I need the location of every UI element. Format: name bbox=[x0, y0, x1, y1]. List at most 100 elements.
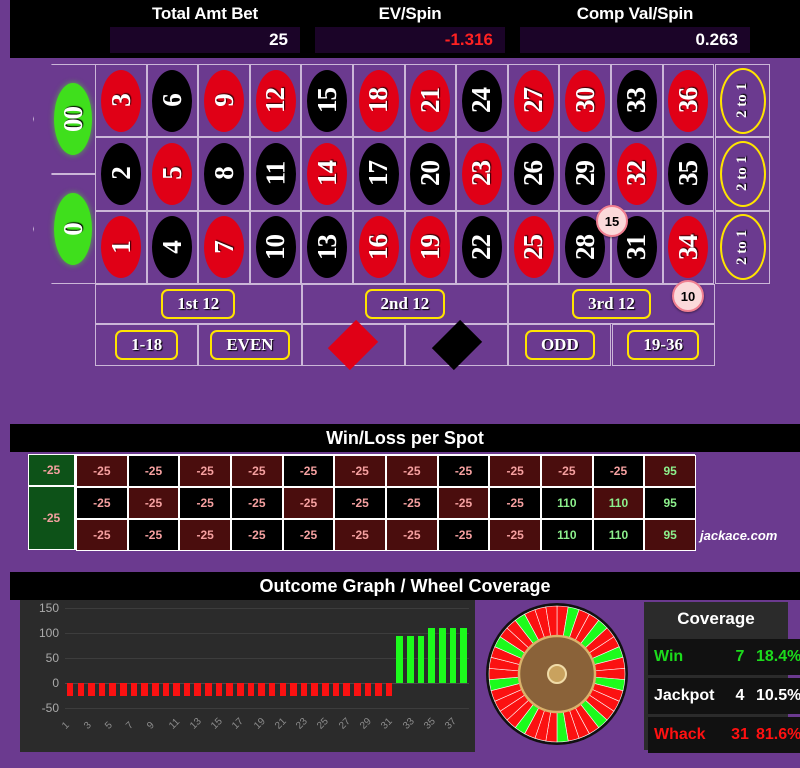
coverage-name: Win bbox=[648, 639, 724, 675]
bet-cell-33[interactable]: 33 bbox=[611, 64, 663, 138]
bet-cell-8[interactable]: 8 bbox=[198, 137, 250, 211]
outside-bet-label: EVEN bbox=[210, 330, 290, 360]
bet-cell-3[interactable]: 3 bbox=[95, 64, 147, 138]
chart-bar bbox=[343, 683, 350, 696]
bet-cell-18[interactable]: 18 bbox=[353, 64, 405, 138]
winloss-value: -25 bbox=[558, 464, 576, 478]
bet-cell-15[interactable]: 15 bbox=[301, 64, 353, 138]
column-bet-label: 2 to 1 bbox=[734, 156, 750, 192]
bet-cell-14[interactable]: 14 bbox=[301, 137, 353, 211]
chart-bar bbox=[332, 683, 340, 696]
column-bet-2[interactable]: 2 to 1 bbox=[715, 137, 770, 211]
number-label: 2 bbox=[105, 167, 136, 181]
bet-cell-6[interactable]: 6 bbox=[146, 64, 199, 138]
number-oval: 36 bbox=[668, 69, 709, 132]
outside-bet-red[interactable] bbox=[301, 319, 405, 371]
bet-cell-2[interactable]: 2 bbox=[95, 137, 147, 211]
bet-cell-12[interactable]: 12 bbox=[249, 64, 302, 138]
chip[interactable]: 10 bbox=[672, 280, 704, 312]
bet-cell-5[interactable]: 5 bbox=[146, 137, 199, 211]
bet-cell-4[interactable]: 4 bbox=[146, 210, 199, 284]
bet-cell-34[interactable]: 34 bbox=[662, 210, 715, 284]
bet-cell-30[interactable]: 30 bbox=[559, 64, 611, 138]
number-oval: 10 bbox=[255, 216, 296, 279]
bet-cell-9[interactable]: 9 bbox=[198, 64, 250, 138]
stats-bar: Total Amt Bet 25 EV/Spin -1.316 Comp Val… bbox=[10, 0, 800, 58]
stat-value: -1.316 bbox=[315, 27, 505, 53]
stat-label: Comp Val/Spin bbox=[576, 4, 694, 23]
bet-cell-25[interactable]: 25 bbox=[507, 210, 560, 284]
coverage-row-jackpot: Jackpot 4 10.5% bbox=[648, 678, 800, 714]
roulette-wheel bbox=[475, 600, 640, 752]
column-bet-oval: 2 to 1 bbox=[719, 140, 766, 207]
bet-cell-23[interactable]: 23 bbox=[456, 137, 508, 211]
number-label: 20 bbox=[414, 161, 445, 187]
chart-x-tick: 7 bbox=[124, 719, 136, 732]
bet-cell-22[interactable]: 22 bbox=[456, 210, 508, 284]
bet-cell-11[interactable]: 11 bbox=[249, 137, 302, 211]
dozen-bet-2[interactable]: 2nd 12 bbox=[301, 284, 509, 324]
bet-cell-21[interactable]: 21 bbox=[404, 64, 457, 138]
bet-cell-20[interactable]: 20 bbox=[404, 137, 457, 211]
chart-x-tick: 37 bbox=[443, 716, 459, 732]
outside-bet-odd[interactable]: ODD bbox=[508, 324, 612, 366]
winloss-cell: 110 bbox=[541, 487, 593, 519]
bet-cell-16[interactable]: 16 bbox=[353, 210, 405, 284]
chart-bar bbox=[162, 683, 170, 696]
outside-bets: 1-18 EVEN ODD 19-36 bbox=[95, 319, 715, 371]
bet-cell-35[interactable]: 35 bbox=[662, 137, 715, 211]
number-label: 31 bbox=[621, 234, 652, 260]
bet-cell-27[interactable]: 27 bbox=[507, 64, 560, 138]
bet-cell-0[interactable]: 0 bbox=[33, 174, 95, 284]
chart-bar bbox=[205, 683, 212, 696]
number-oval: 15 bbox=[307, 69, 348, 132]
chart-bar bbox=[353, 683, 361, 696]
outside-bet-even[interactable]: EVEN bbox=[198, 324, 302, 366]
chart-gridline bbox=[65, 633, 469, 634]
bet-cell-13[interactable]: 13 bbox=[301, 210, 353, 284]
chart-x-tick: 25 bbox=[315, 716, 332, 732]
bet-cell-36[interactable]: 36 bbox=[662, 64, 715, 138]
chip[interactable]: 15 bbox=[596, 205, 628, 237]
chart-x-tick: 11 bbox=[166, 716, 182, 732]
number-oval: 18 bbox=[358, 69, 399, 132]
number-oval: 8 bbox=[203, 142, 244, 205]
number-label: 00 bbox=[57, 106, 88, 132]
chart-bar bbox=[417, 635, 425, 683]
bet-cell-00[interactable]: 00 bbox=[33, 64, 95, 174]
outside-bet-19-36[interactable]: 19-36 bbox=[611, 324, 715, 366]
winloss-cell: -25 bbox=[179, 487, 231, 519]
chart-bar bbox=[130, 683, 138, 696]
stat-comp-val-per-spin: Comp Val/Spin 0.263 bbox=[520, 0, 750, 58]
winloss-value: -25 bbox=[299, 528, 318, 542]
chart-bar bbox=[120, 683, 127, 696]
chart-y-tick: 100 bbox=[38, 626, 59, 640]
outside-bet-1-18[interactable]: 1-18 bbox=[95, 324, 199, 366]
winloss-cell: 110 bbox=[541, 519, 593, 551]
bet-cell-17[interactable]: 17 bbox=[353, 137, 405, 211]
bet-cell-19[interactable]: 19 bbox=[404, 210, 457, 284]
number-oval: 24 bbox=[461, 69, 502, 132]
chart-x-tick: 17 bbox=[230, 716, 247, 732]
winloss-cell: 95 bbox=[644, 455, 696, 487]
chart-x-tick: 15 bbox=[209, 716, 225, 732]
number-oval: 7 bbox=[203, 216, 244, 279]
column-bet-3[interactable]: 2 to 1 bbox=[715, 210, 770, 284]
number-label: 35 bbox=[672, 161, 703, 187]
chart-x-tick: 3 bbox=[81, 719, 94, 732]
dozen-bet-1[interactable]: 1st 12 bbox=[95, 284, 302, 324]
chart-plot-area: 150 100 50 0 -50 1 3 5 7 9 11 13 15 17 19 21 23 25 27 29 31 3… bbox=[39, 601, 469, 732]
column-bet-1[interactable]: 2 to 1 bbox=[715, 64, 770, 138]
winloss-cell: -25 bbox=[231, 519, 283, 551]
bet-cell-26[interactable]: 26 bbox=[507, 137, 560, 211]
bet-cell-29[interactable]: 29 bbox=[559, 137, 611, 211]
outside-bet-black[interactable] bbox=[404, 319, 509, 371]
winloss-value: 95 bbox=[663, 496, 677, 510]
bet-cell-7[interactable]: 7 bbox=[198, 210, 250, 284]
bet-cell-32[interactable]: 32 bbox=[611, 137, 663, 211]
bet-cell-24[interactable]: 24 bbox=[456, 64, 508, 138]
number-oval: 29 bbox=[565, 142, 606, 205]
chart-bar bbox=[88, 683, 95, 696]
bet-cell-10[interactable]: 10 bbox=[249, 210, 302, 284]
bet-cell-1[interactable]: 1 bbox=[95, 210, 147, 284]
